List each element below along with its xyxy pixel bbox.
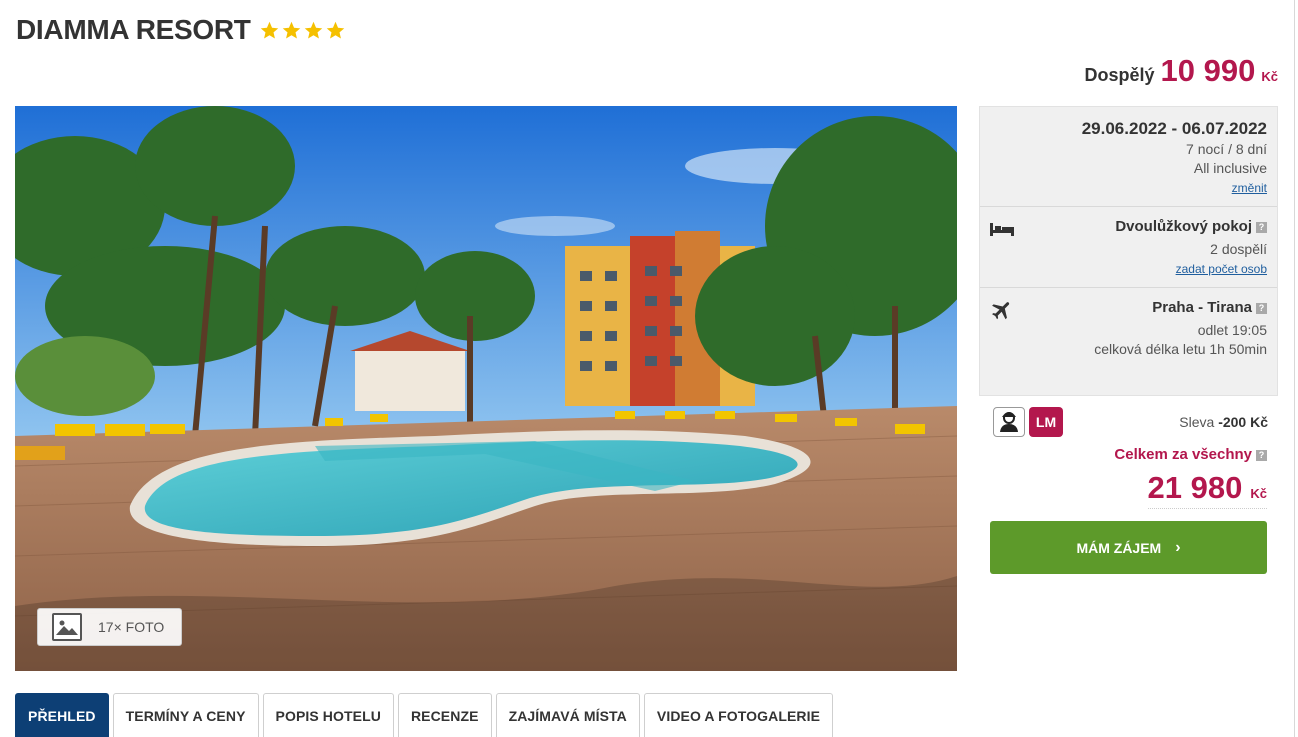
total-price-currency: Kč	[1250, 486, 1267, 501]
room-section: Dvoulůžkový pokoj? 2 dospělí zadat počet…	[980, 207, 1277, 288]
price-per-adult-value: 10 990	[1160, 53, 1256, 88]
interest-button-label: MÁM ZÁJEM	[1076, 539, 1162, 556]
discount-amount: -200 Kč	[1218, 414, 1268, 430]
photo-count: 17× FOTO	[98, 619, 165, 635]
hotel-main-photo[interactable]: 17× FOTO	[15, 106, 957, 671]
star-icon	[326, 21, 344, 39]
help-icon[interactable]: ?	[1256, 222, 1267, 233]
price-per-adult-currency: Kč	[1261, 69, 1278, 84]
total-price: 21 980 Kč	[1147, 470, 1267, 509]
page-right-border	[1294, 0, 1295, 737]
interest-button[interactable]: MÁM ZÁJEM ›	[990, 521, 1267, 574]
departure-time: odlet 19:05	[1197, 322, 1267, 338]
tab-reviews[interactable]: RECENZE	[397, 693, 492, 737]
booking-dates-section: 29.06.2022 - 06.07.2022 7 nocí / 8 dní A…	[980, 107, 1277, 207]
hotel-tabs: PŘEHLED TERMÍNY A CENY POPIS HOTELU RECE…	[15, 693, 834, 737]
board-type: All inclusive	[1193, 160, 1267, 176]
agent-icon[interactable]	[993, 407, 1025, 437]
price-per-adult-label: Dospělý	[1084, 65, 1155, 85]
tab-hotel-description[interactable]: POPIS HOTELU	[262, 693, 394, 737]
help-icon[interactable]: ?	[1256, 450, 1267, 461]
flight-duration: celková délka letu 1h 50min	[1094, 341, 1267, 357]
image-gallery-icon	[52, 613, 82, 641]
flight-route: Praha - Tirana	[1152, 299, 1252, 316]
tab-overview[interactable]: PŘEHLED	[15, 693, 109, 737]
star-icon	[260, 21, 278, 39]
chevron-right-icon: ›	[1175, 538, 1181, 556]
total-label-text: Celkem za všechny	[1114, 446, 1252, 463]
booking-dates: 29.06.2022 - 06.07.2022	[1081, 119, 1267, 138]
hotel-stars	[259, 20, 346, 41]
discount-label: Sleva	[1179, 414, 1215, 430]
bed-icon	[990, 223, 1014, 236]
hotel-title: DIAMMA RESORT	[16, 14, 346, 46]
tab-dates-prices[interactable]: TERMÍNY A CENY	[112, 693, 259, 737]
star-icon	[282, 21, 300, 39]
booking-duration: 7 nocí / 8 dní	[1186, 141, 1267, 157]
tab-places-of-interest[interactable]: ZAJÍMAVÁ MÍSTA	[495, 693, 640, 737]
airplane-icon	[992, 302, 1010, 320]
discount-row: LM Sleva -200 Kč	[993, 407, 1268, 437]
help-icon[interactable]: ?	[1256, 303, 1267, 314]
total-label: Celkem za všechny?	[1114, 446, 1267, 463]
price-per-adult: Dospělý 10 990 Kč	[1085, 53, 1278, 89]
booking-summary-panel: 29.06.2022 - 06.07.2022 7 nocí / 8 dní A…	[979, 106, 1278, 396]
room-type: Dvoulůžkový pokoj	[1115, 218, 1252, 235]
last-minute-badge: LM	[1029, 407, 1063, 437]
total-price-value: 21 980	[1147, 470, 1243, 505]
set-persons-link[interactable]: zadat počet osob	[1176, 262, 1267, 276]
photo-gallery-button[interactable]: 17× FOTO	[37, 608, 182, 646]
flight-section: Praha - Tirana? odlet 19:05 celková délk…	[980, 288, 1277, 396]
discount-text: Sleva -200 Kč	[1179, 414, 1268, 430]
change-dates-link[interactable]: změnit	[1232, 181, 1267, 195]
persons-count: 2 dospělí	[1210, 241, 1267, 257]
star-icon	[304, 21, 322, 39]
hotel-pool-image	[15, 106, 957, 671]
tab-video-gallery[interactable]: VIDEO A FOTOGALERIE	[643, 693, 834, 737]
hotel-name: DIAMMA RESORT	[16, 14, 251, 45]
